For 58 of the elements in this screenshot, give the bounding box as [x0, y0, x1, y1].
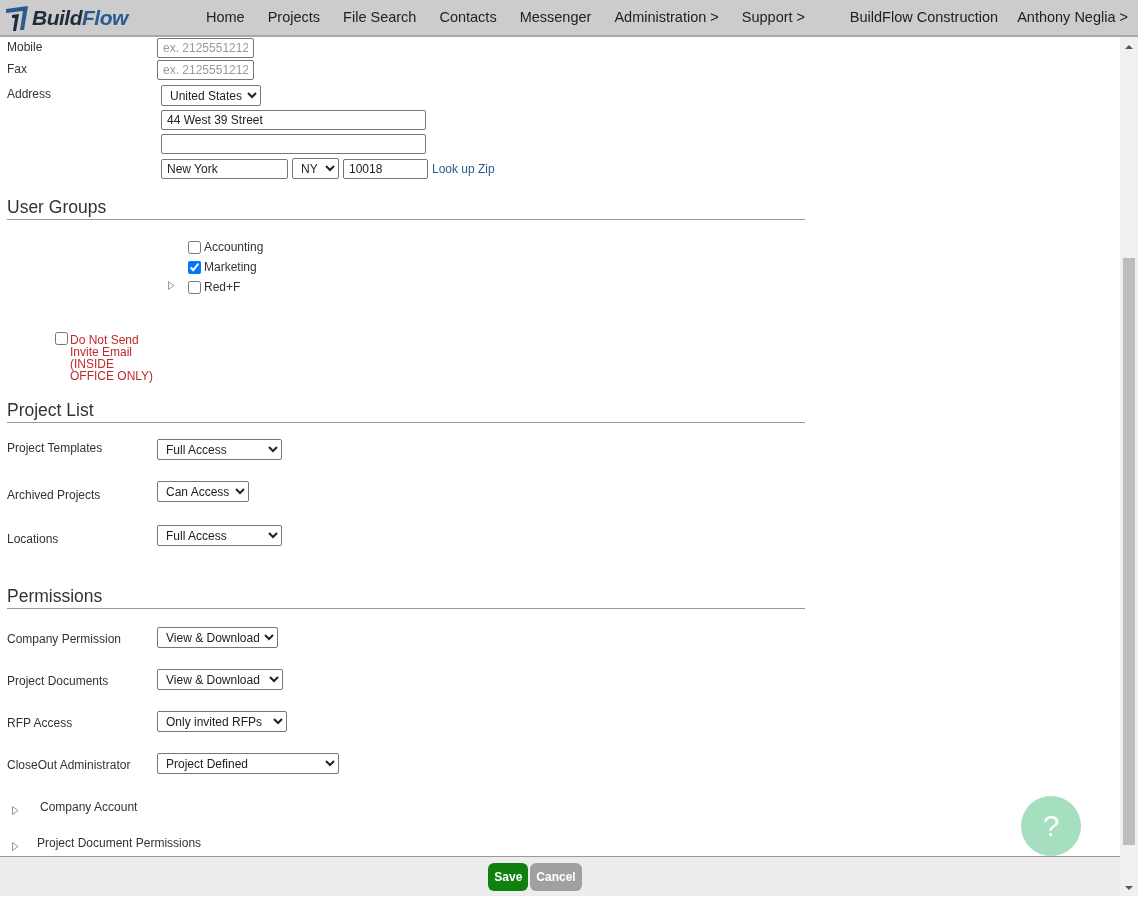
street-field[interactable]: 44 West 39 Street: [161, 110, 426, 130]
setting-label: Archived Projects: [7, 487, 102, 504]
setting-label: Project Templates: [7, 440, 104, 457]
nav-link-item[interactable]: File Search: [343, 6, 417, 29]
logo-text[interactable]: BuildFlow: [32, 1, 128, 34]
section-heading: Permissions: [7, 586, 805, 609]
user-menu[interactable]: Anthony Neglia >: [1017, 6, 1128, 29]
invite-option-label: Do Not Send Invite Email (INSIDE OFFICE ONLY): [70, 334, 154, 382]
expand-icon[interactable]: [167, 281, 175, 290]
setting-label: Company Permission: [7, 631, 123, 648]
city-field[interactable]: New York: [161, 158, 288, 179]
setting-label: CloseOut Administrator: [7, 757, 132, 774]
group-checkbox[interactable]: [188, 280, 201, 294]
setting-label: Project Documents: [7, 673, 110, 690]
scrollbar[interactable]: [1120, 37, 1138, 896]
permission-select[interactable]: View & Download: [157, 669, 283, 690]
nav-link-item[interactable]: Contacts: [439, 6, 497, 29]
nav-link-item[interactable]: Projects: [267, 6, 321, 29]
permission-select[interactable]: Only invited RFPs: [157, 711, 287, 732]
logo-icon: [4, 3, 30, 32]
setting-label: Locations: [7, 531, 60, 548]
permission-select[interactable]: Project Defined: [157, 753, 339, 774]
section-heading: Project List: [7, 400, 805, 423]
access-select[interactable]: Full Access: [157, 439, 282, 460]
section-link[interactable]: Company Account: [40, 798, 138, 816]
expand-icon[interactable]: [11, 841, 19, 851]
nav-link-item[interactable]: Administration >: [614, 6, 719, 29]
save-button[interactable]: Save: [488, 862, 529, 891]
setting-label: RFP Access: [7, 715, 74, 732]
permission-select[interactable]: View & Download: [157, 627, 278, 648]
nav-link-item[interactable]: Home: [206, 6, 245, 29]
country-select[interactable]: United States: [161, 85, 261, 106]
scroll-up-icon[interactable]: [1124, 43, 1134, 51]
nav-link-item[interactable]: Messenger: [519, 6, 592, 29]
scrollbar-thumb[interactable]: [1123, 258, 1135, 845]
street-field[interactable]: [161, 134, 426, 154]
group-label: Accounting: [204, 239, 264, 256]
field-label: Mobile: [7, 39, 44, 56]
group-checkbox[interactable]: [188, 240, 201, 254]
state-select[interactable]: NY: [292, 158, 339, 179]
lookup-zip-link[interactable]: Look up Zip: [432, 159, 495, 178]
zip-field[interactable]: 10018: [343, 158, 428, 179]
group-checkbox[interactable]: [188, 260, 201, 274]
field-label: Address: [7, 86, 53, 103]
phone-field[interactable]: ex. 2125551212: [157, 60, 254, 80]
expand-icon[interactable]: [11, 805, 19, 815]
phone-field[interactable]: ex. 2125551212: [157, 38, 254, 58]
scroll-down-icon[interactable]: [1124, 884, 1134, 892]
group-label: Red+F: [204, 279, 241, 296]
nav-link-item[interactable]: Support >: [741, 6, 806, 29]
section-link[interactable]: Project Document Permissions: [37, 834, 202, 852]
field-label: Fax: [7, 61, 28, 78]
group-label: Marketing: [204, 259, 257, 276]
access-select[interactable]: Can Access: [157, 481, 249, 502]
access-select[interactable]: Full Access: [157, 525, 282, 546]
invite-checkbox[interactable]: [55, 332, 68, 345]
section-heading: User Groups: [7, 197, 805, 220]
company-name[interactable]: BuildFlow Construction: [849, 6, 999, 29]
